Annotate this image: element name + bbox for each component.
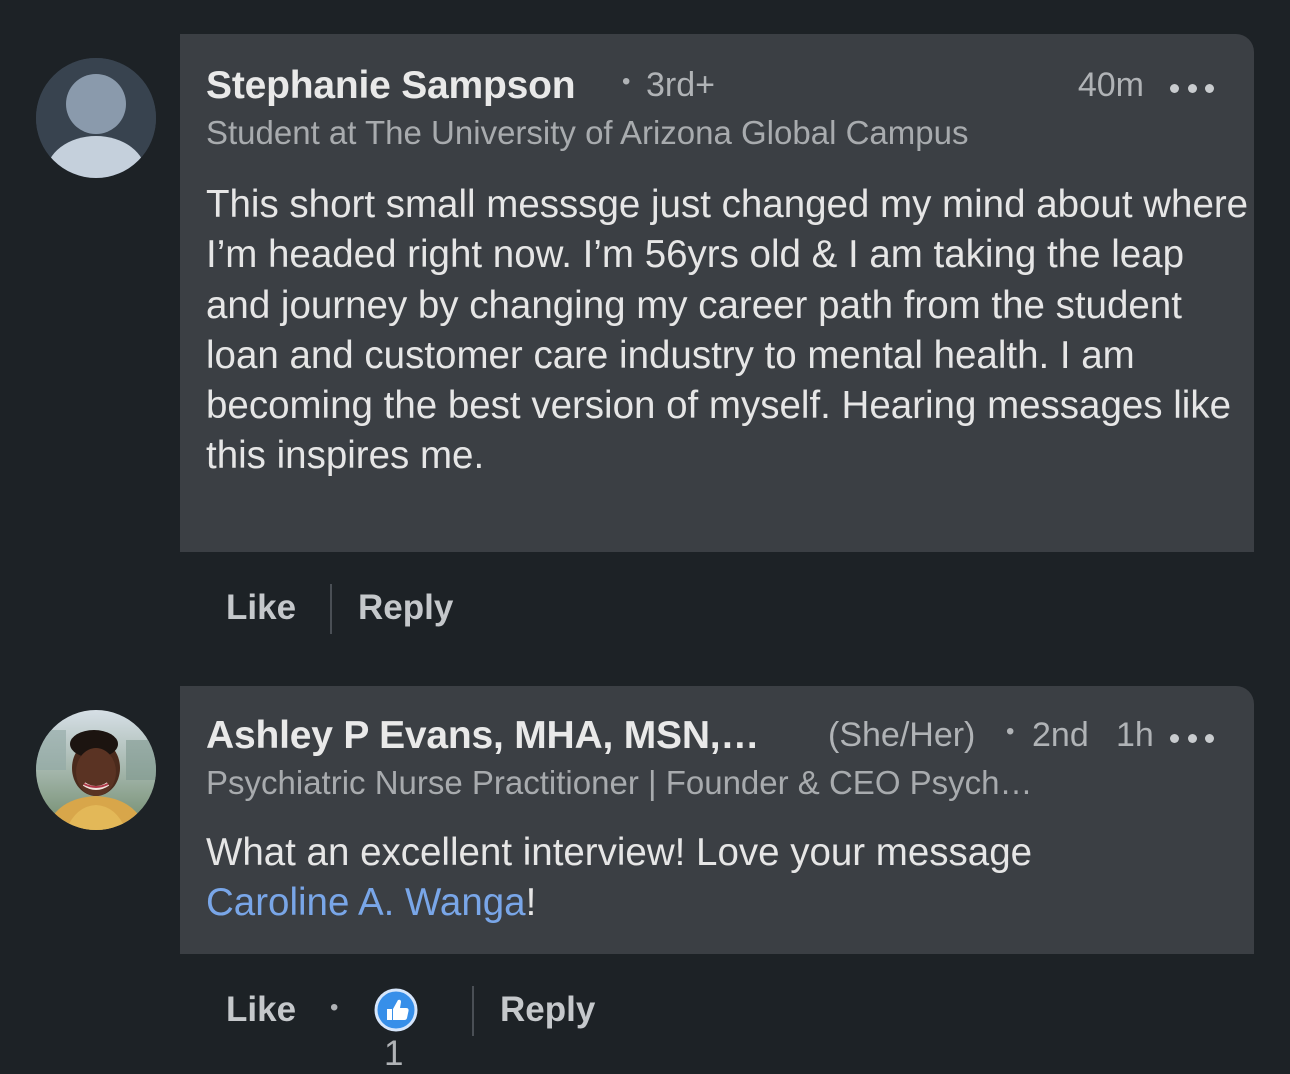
avatar[interactable] [36, 58, 156, 178]
like-button[interactable]: Like [226, 588, 296, 628]
pronouns: (She/Her) [828, 716, 976, 754]
author-name[interactable]: Stephanie Sampson [206, 64, 576, 108]
comment-text: What an excellent interview! Love your m… [206, 828, 1254, 929]
reaction-count: 1 [384, 1033, 404, 1073]
thumbs-up-icon [374, 988, 418, 1032]
divider [472, 986, 474, 1036]
mention-link[interactable]: Caroline A. Wanga [206, 881, 526, 924]
action-separator: • [330, 994, 339, 1021]
timestamp: 40m [1077, 66, 1144, 104]
author-headline: Student at The University of Arizona Glo… [206, 114, 969, 151]
author-headline: Psychiatric Nurse Practitioner | Founder… [206, 764, 1033, 801]
reply-button[interactable]: Reply [358, 588, 453, 628]
profile-photo [36, 710, 156, 830]
default-person-icon [36, 58, 156, 178]
comment-text-prefix: What an excellent interview! Love your m… [206, 831, 1033, 874]
comment-text-suffix: ! [525, 881, 537, 925]
more-options-icon[interactable] [1170, 68, 1214, 108]
reactions-summary[interactable]: 1 [374, 988, 418, 1074]
comment-bubble: Stephanie Sampson • 3rd+ 40m Student at … [180, 34, 1254, 552]
like-button[interactable]: Like [226, 990, 296, 1030]
divider [330, 584, 332, 634]
reply-button[interactable]: Reply [500, 990, 595, 1030]
more-options-icon[interactable] [1170, 718, 1214, 758]
comment-text: This short small messsge just changed my… [206, 183, 1249, 478]
comment-bubble: Ashley P Evans, MHA, MSN,… (She/Her) • 2… [180, 686, 1254, 954]
connection-degree: 3rd+ [646, 66, 715, 104]
timestamp: 1h [1116, 716, 1154, 754]
connection-degree: 2nd [1032, 716, 1089, 754]
author-name[interactable]: Ashley P Evans, MHA, MSN,… [206, 714, 759, 758]
degree-separator: • [1006, 718, 1015, 745]
avatar[interactable] [36, 710, 156, 830]
degree-separator: • [622, 68, 631, 95]
